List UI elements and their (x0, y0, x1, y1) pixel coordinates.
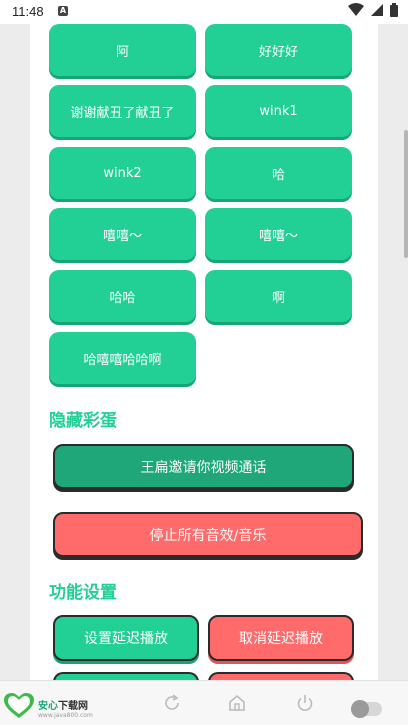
stop-all-button[interactable]: 停止所有音效/音乐 (53, 512, 363, 557)
logo-title: 安心下载网 (38, 697, 88, 712)
signal-icon (371, 4, 383, 16)
bottom-nav-bar: 安心下载网 www.java800.com (0, 680, 408, 725)
video-call-button[interactable]: 王扁邀请你视频通话 (53, 444, 354, 489)
logo-heart-icon (4, 693, 34, 718)
toggle-knob (351, 700, 369, 718)
set-delay-button[interactable]: 设置延迟播放 (53, 615, 199, 661)
scrollbar[interactable] (404, 130, 408, 258)
refresh-icon[interactable] (162, 693, 182, 713)
status-icons (348, 3, 398, 17)
wifi-icon (348, 3, 364, 16)
effect-button-1[interactable]: 阿 (49, 24, 196, 76)
toggle-switch[interactable] (351, 700, 382, 718)
effect-button-9[interactable]: 哈哈 (49, 270, 196, 322)
effect-button-2[interactable]: 好好好 (205, 24, 352, 76)
power-icon[interactable] (295, 693, 315, 713)
logo-title-part2: 下载网 (58, 701, 88, 712)
home-icon[interactable] (227, 693, 247, 713)
effect-button-11[interactable]: 哈嘻嘻哈哈啊 (49, 332, 196, 384)
effect-button-4[interactable]: wink1 (205, 85, 352, 137)
status-time: 11:48 (12, 4, 44, 19)
effect-button-7[interactable]: 嘻嘻～ (49, 208, 196, 260)
effect-button-6[interactable]: 哈 (205, 147, 352, 199)
content-card: 阿 好好好 谢谢献丑了献丑了 wink1 wink2 哈 嘻嘻～ 嘻嘻～ 哈哈 … (30, 24, 378, 680)
section-title-settings: 功能设置 (49, 583, 117, 603)
notification-icon: A (58, 6, 68, 16)
effect-button-8[interactable]: 嘻嘻～ (205, 208, 352, 260)
cancel-delay-button[interactable]: 取消延迟播放 (208, 615, 354, 661)
section-title-hidden: 隐藏彩蛋 (49, 411, 117, 431)
effect-button-3[interactable]: 谢谢献丑了献丑了 (49, 85, 196, 137)
effect-button-10[interactable]: 啊 (205, 270, 352, 322)
logo-title-part1: 安心 (38, 701, 58, 712)
effect-button-5[interactable]: wink2 (49, 147, 196, 199)
next-button-right[interactable] (208, 672, 354, 680)
next-button-left[interactable] (53, 672, 199, 680)
logo-url: www.java800.com (38, 712, 93, 719)
battery-icon (390, 3, 398, 17)
status-bar: 11:48 A (0, 0, 408, 24)
